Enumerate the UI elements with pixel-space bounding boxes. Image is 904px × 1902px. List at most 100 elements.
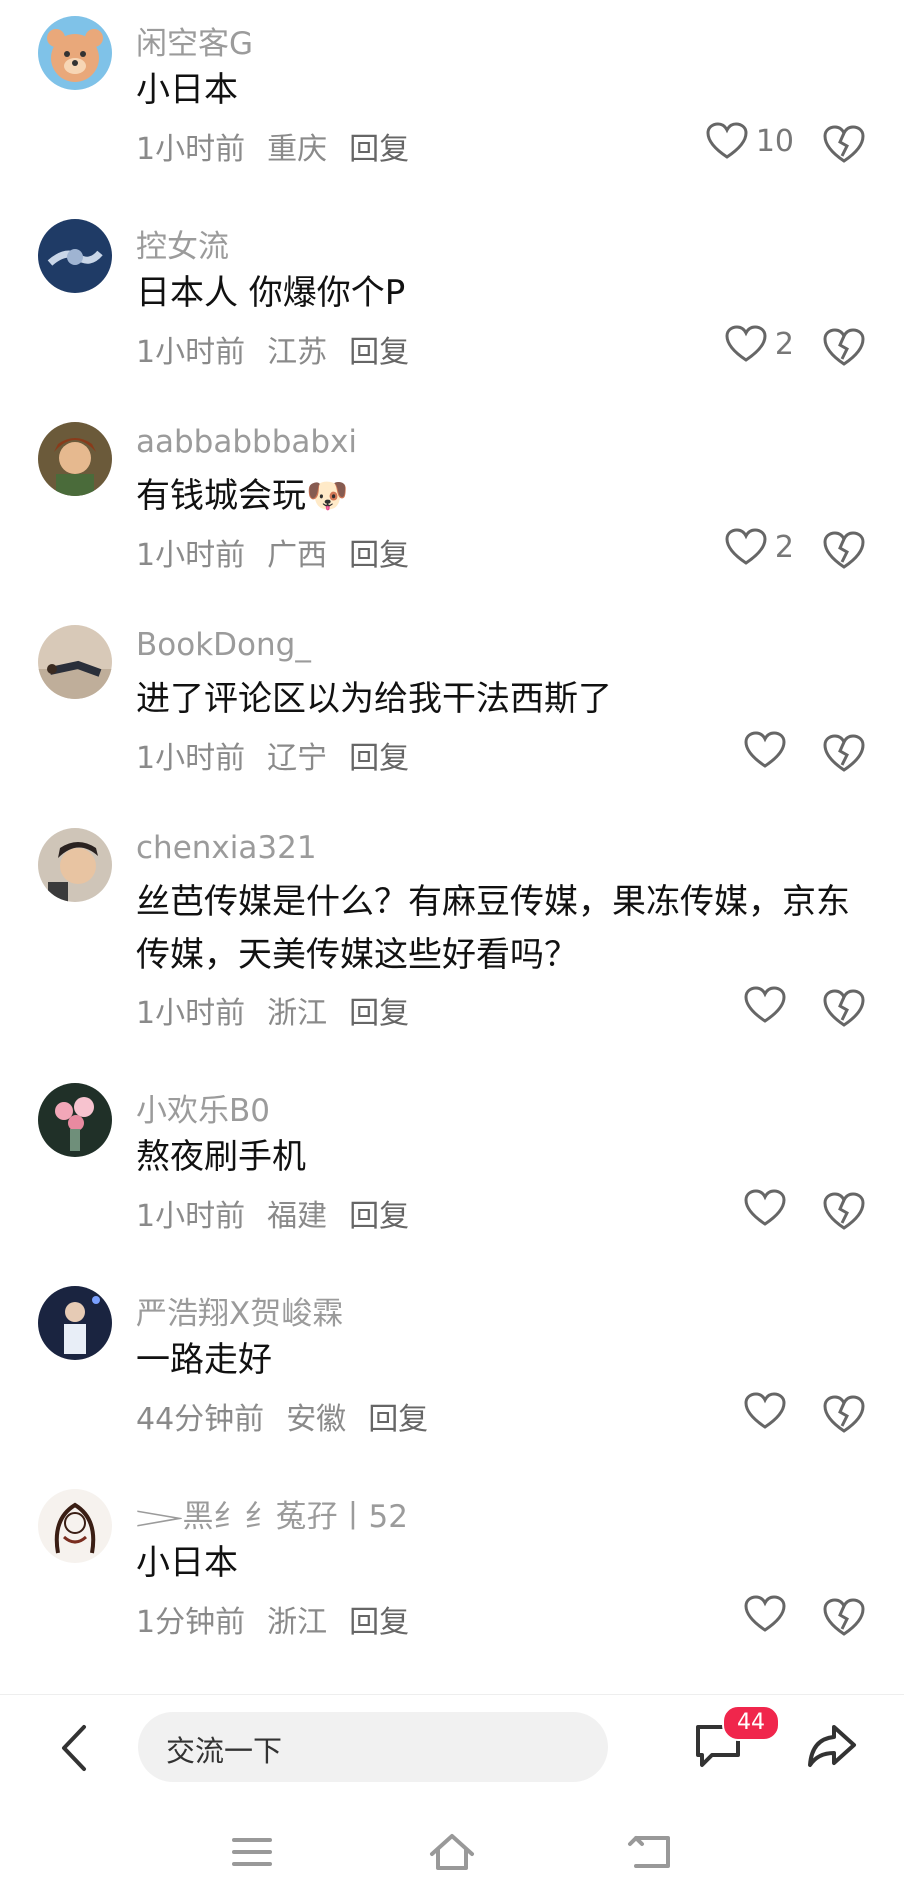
- location: 辽宁: [267, 741, 328, 776]
- like-button[interactable]: [744, 1392, 794, 1430]
- like-count: 10: [755, 123, 794, 159]
- comment-text: 熬夜刷手机: [136, 1137, 306, 1177]
- dislike-button[interactable]: [822, 530, 866, 570]
- username[interactable]: aabbabbbabxi: [136, 424, 357, 460]
- reply-button[interactable]: 回复: [349, 335, 409, 370]
- username[interactable]: 𝆓黑纟纟菟孖丨52: [136, 1491, 408, 1536]
- comment-meta: 1小时前 福建 回复: [136, 1191, 431, 1235]
- like-button[interactable]: [744, 731, 794, 769]
- timestamp: 1分钟前: [136, 1605, 246, 1640]
- heart-icon: [744, 731, 786, 768]
- comment-item: aabbabbbabxi 有钱城会玩🐶 1小时前 广西 回复 2: [0, 406, 904, 609]
- comment-item: 控女流 日本人 你爆你个P 1小时前 江苏 回复 2: [0, 203, 904, 406]
- reply-button[interactable]: 回复: [349, 132, 409, 167]
- comment-meta: 44分钟前 安徽 回复: [136, 1394, 450, 1438]
- singer-avatar[interactable]: [38, 1286, 112, 1360]
- comment-text: 一路走好: [136, 1340, 272, 1380]
- share-arrow-icon: [808, 1725, 856, 1767]
- like-button[interactable]: 10: [706, 122, 794, 160]
- lying-person-avatar[interactable]: [38, 625, 112, 699]
- like-button[interactable]: 2: [725, 325, 794, 363]
- back-button[interactable]: [56, 1723, 92, 1773]
- username[interactable]: 小欢乐B0: [136, 1085, 270, 1130]
- nav-menu-button[interactable]: [226, 1826, 278, 1878]
- comment-text: 有钱城会玩🐶: [136, 476, 349, 516]
- broken-heart-icon: [823, 1192, 865, 1230]
- broken-heart-icon: [823, 125, 865, 163]
- warrior-avatar[interactable]: [38, 422, 112, 496]
- like-button[interactable]: 2: [725, 528, 794, 566]
- username[interactable]: 严浩翔X贺峻霖: [136, 1288, 343, 1333]
- dislike-button[interactable]: [822, 733, 866, 773]
- dislike-button[interactable]: [822, 124, 866, 164]
- reply-button[interactable]: 回复: [349, 741, 409, 776]
- location: 安徽: [286, 1402, 347, 1437]
- man-portrait-avatar[interactable]: [38, 828, 112, 902]
- broken-heart-icon: [823, 328, 865, 366]
- like-button[interactable]: [744, 1189, 794, 1227]
- username[interactable]: chenxia321: [136, 830, 317, 866]
- reply-button[interactable]: 回复: [349, 1605, 409, 1640]
- comment-meta: 1小时前 广西 回复: [136, 530, 431, 574]
- flowers-avatar[interactable]: [38, 1083, 112, 1157]
- broken-heart-icon: [823, 1395, 865, 1433]
- comment-meta: 1小时前 江苏 回复: [136, 327, 431, 371]
- timestamp: 1小时前: [136, 996, 246, 1031]
- comment-meta: 1小时前 辽宁 回复: [136, 733, 431, 777]
- dislike-button[interactable]: [822, 327, 866, 367]
- location: 浙江: [267, 996, 328, 1031]
- timestamp: 1小时前: [136, 741, 246, 776]
- nav-home-button[interactable]: [426, 1826, 478, 1878]
- share-button[interactable]: [804, 1717, 860, 1773]
- location: 江苏: [267, 335, 328, 370]
- nav-return-button[interactable]: [626, 1826, 678, 1878]
- comment-item: 𝆓黑纟纟菟孖丨52 小日本 1分钟前 浙江 回复: [0, 1473, 904, 1676]
- timestamp: 1小时前: [136, 132, 246, 167]
- like-count: 2: [774, 326, 794, 362]
- reply-button[interactable]: 回复: [368, 1402, 428, 1437]
- comment-meta: 1小时前 重庆 回复: [136, 124, 431, 168]
- username[interactable]: BookDong_: [136, 627, 311, 663]
- comment-meta: 1分钟前 浙江 回复: [136, 1597, 431, 1641]
- comment-item: 小欢乐B0 熬夜刷手机 1小时前 福建 回复: [0, 1067, 904, 1270]
- handshake-avatar[interactable]: [38, 219, 112, 293]
- dislike-button[interactable]: [822, 1394, 866, 1434]
- heart-icon: [744, 1595, 786, 1632]
- timestamp: 1小时前: [136, 335, 246, 370]
- heart-icon: [725, 528, 767, 565]
- dislike-button[interactable]: [822, 988, 866, 1028]
- broken-heart-icon: [823, 531, 865, 569]
- dislike-button[interactable]: [822, 1597, 866, 1637]
- comment-text: 丝芭传媒是什么？有麻豆传媒，果冻传媒，京东传媒，天美传媒这些好看吗？: [136, 882, 850, 975]
- system-nav-bar: [0, 1796, 904, 1902]
- username[interactable]: 控女流: [136, 221, 229, 266]
- reply-button[interactable]: 回复: [349, 538, 409, 573]
- location: 广西: [267, 538, 328, 573]
- timestamp: 44分钟前: [136, 1402, 265, 1437]
- username[interactable]: 闲空客G: [136, 18, 253, 63]
- comment-item: BookDong_ 进了评论区以为给我干法西斯了 1小时前 辽宁 回复: [0, 609, 904, 812]
- broken-heart-icon: [823, 734, 865, 772]
- like-count: 2: [774, 529, 794, 565]
- comment-item: 严浩翔X贺峻霖 一路走好 44分钟前 安徽 回复: [0, 1270, 904, 1473]
- like-button[interactable]: [744, 1595, 794, 1633]
- comment-input[interactable]: 交流一下: [138, 1712, 608, 1782]
- return-icon: [628, 1836, 670, 1868]
- comment-input-bar: 交流一下 44: [0, 1694, 904, 1797]
- sketch-girl-avatar[interactable]: [38, 1489, 112, 1563]
- reply-button[interactable]: 回复: [349, 1199, 409, 1234]
- dislike-button[interactable]: [822, 1191, 866, 1231]
- home-icon: [430, 1834, 474, 1870]
- like-button[interactable]: [744, 986, 794, 1024]
- comment-input-placeholder: 交流一下: [166, 1734, 283, 1768]
- heart-icon: [744, 986, 786, 1023]
- bear-avatar[interactable]: [38, 16, 112, 90]
- reply-button[interactable]: 回复: [349, 996, 409, 1031]
- timestamp: 1小时前: [136, 538, 246, 573]
- broken-heart-icon: [823, 989, 865, 1027]
- comment-text: 小日本: [136, 70, 238, 110]
- back-arrow-icon: [62, 1725, 86, 1771]
- heart-icon: [744, 1392, 786, 1429]
- heart-icon: [725, 325, 767, 362]
- comment-count-badge: 44: [722, 1705, 780, 1741]
